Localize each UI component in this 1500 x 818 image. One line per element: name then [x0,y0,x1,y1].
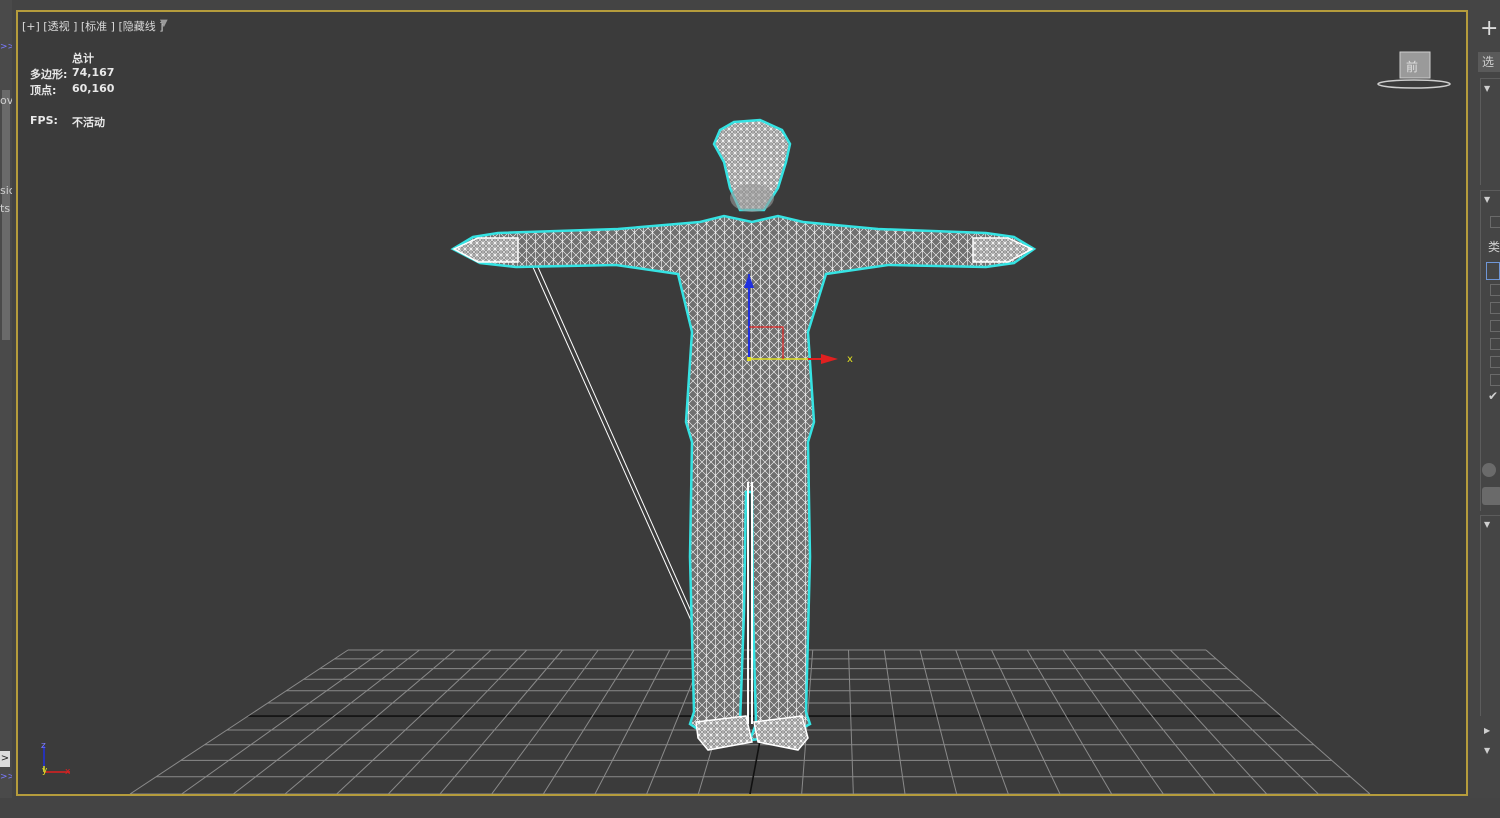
list-item-selected[interactable] [1486,262,1500,280]
stats-poly-label: 多边形: [30,68,68,81]
grid-line [284,649,456,794]
face-detail [730,184,774,212]
gizmo-z-label: z [747,256,752,267]
list-header-fragment: 类 [1488,240,1500,254]
grid-line [883,649,906,794]
checkbox[interactable] [1490,284,1500,296]
grid-line [336,649,492,794]
checkbox[interactable] [1490,216,1500,228]
select-dropdown[interactable]: 选 [1478,52,1500,72]
rollout-box [1480,515,1500,716]
rollout-box [1480,78,1500,185]
grid-line [439,649,563,794]
grid-line [129,649,349,794]
left-text-fragment: ts [0,202,11,215]
grid-line [542,649,635,794]
bottom-strip [0,798,1500,818]
viewport-scene: z x z y x 前 [41,51,1451,794]
rollout-arrow-icon[interactable]: ▶ [1484,726,1490,735]
perspective-viewport[interactable]: z x z y x 前 [+] [透视 ] [标准 ] [隐藏线 ] ▼ 总计 … [16,10,1468,796]
checkbox[interactable] [1490,302,1500,314]
viewport-menu-label[interactable]: [+] [透视 ] [标准 ] [隐藏线 ] [22,18,164,34]
left-text-fragment: sic [0,184,12,197]
panel-button[interactable] [1482,487,1500,505]
radio-button[interactable] [1482,463,1496,477]
left-text-fragment: ov [0,94,12,107]
viewcube-face-label: 前 [1406,59,1418,74]
check-icon[interactable]: ✔ [1488,389,1498,403]
gizmo-x-arrow-icon[interactable] [821,354,838,364]
tripod-x-label: x [65,767,71,777]
funnel-icon[interactable]: ▼ [160,18,168,29]
grid-line [1134,649,1268,794]
stray-edge [531,264,699,637]
stats-title: 总计 [72,52,94,65]
left-panel-strip: >> ov sic ts > >> [0,0,12,818]
grid-line [233,649,420,794]
viewcube[interactable]: 前 [1377,51,1451,89]
stats-fps-label: FPS: [30,114,58,127]
checkbox[interactable] [1490,320,1500,332]
stats-fps-value: 不活动 [72,116,105,129]
grid-line [848,649,854,794]
collapse-arrows-icon[interactable]: >> [0,772,12,782]
stray-edge [536,264,703,637]
expand-panel-button[interactable]: > [0,751,10,767]
checkbox[interactable] [1490,374,1500,386]
grid-line [955,649,1009,794]
body-mesh [450,214,1037,742]
rollout-arrow-icon[interactable]: ▼ [1484,746,1490,755]
left-scrollbar[interactable] [2,90,10,340]
grid-line [919,649,958,794]
grid-line [181,649,385,794]
grid-line [1169,649,1319,794]
stats-poly-value: 74,167 [72,66,115,79]
command-panel: + 选 ▼ ▼ 类 ✔ ▼ ▶ ▼ [1470,0,1500,818]
tripod-z-label: z [41,741,46,751]
axis-tripod: z y x [41,741,71,777]
tripod-y-label: y [42,766,48,776]
ground-grid [129,649,1371,794]
gizmo-center[interactable] [747,357,751,361]
grid-line [387,649,528,794]
grid-line [594,649,671,794]
collapse-arrows-icon[interactable]: >> [0,42,12,52]
stats-vert-label: 顶点: [30,84,57,97]
stats-vert-value: 60,160 [72,82,115,95]
gizmo-x-label: x [847,354,853,365]
plus-icon[interactable]: + [1480,18,1498,40]
grid-line [1098,649,1216,794]
grid-line [1062,649,1164,794]
grid-line [991,649,1061,794]
grid-line [1026,649,1113,794]
character-wireframe-mesh[interactable] [450,118,1037,751]
checkbox[interactable] [1490,338,1500,350]
grid-line [491,649,599,794]
viewcube-ring[interactable] [1377,79,1451,89]
grid-line [1205,649,1371,794]
checkbox[interactable] [1490,356,1500,368]
